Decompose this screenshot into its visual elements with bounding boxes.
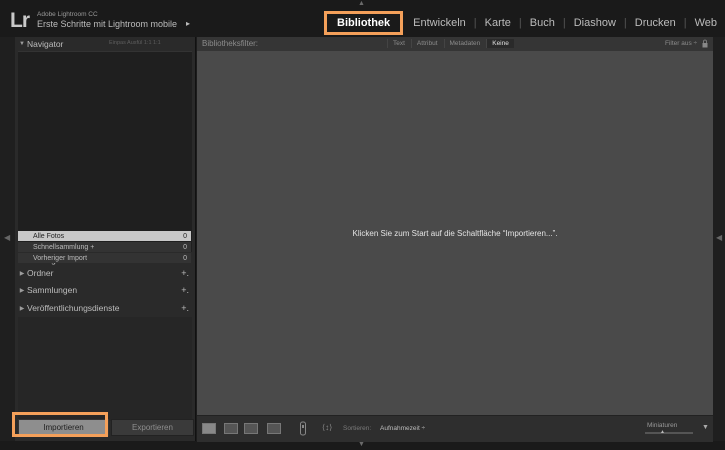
filmstrip-toggle-icon[interactable]: ▼ (358, 441, 365, 448)
sort-direction-icon[interactable]: ⟨↕⟩ (322, 423, 332, 432)
survey-view-icon[interactable] (267, 423, 281, 434)
identity-plate-bar: ▲ Lr Adobe Lightroom CC Erste Schritte m… (0, 0, 725, 37)
library-toolbar: ⟨↕⟩ Sortieren: Aufnahmezeit ÷ Miniaturen… (197, 415, 713, 442)
thumbnail-size-slider[interactable] (645, 432, 693, 434)
export-button[interactable]: Exportieren (111, 419, 194, 436)
app-name: Adobe Lightroom CC (37, 11, 98, 18)
module-karte[interactable]: Karte (477, 17, 519, 29)
module-bibliothek[interactable]: Bibliothek (324, 11, 404, 35)
filter-tab-keine[interactable]: Keine (486, 39, 514, 48)
sammlungen-header[interactable]: ▶ Sammlungen +. (15, 283, 195, 297)
catalog-item-label: Alle Fotos (33, 232, 65, 240)
ordner-header[interactable]: ▶ Ordner +. (15, 266, 195, 280)
filter-tab-metadaten[interactable]: Metadaten (443, 39, 486, 48)
left-panel-toggle-icon[interactable]: ◀ (4, 233, 10, 242)
module-drucken[interactable]: Drucken (627, 17, 684, 29)
expand-triangle-icon[interactable]: ▶ (17, 270, 27, 277)
navigator-zoom-options[interactable]: Einpas Ausfül 1:1 1:1 (109, 40, 161, 46)
catalog-item-count: 0 (183, 254, 187, 262)
catalog-item-count: 0 (183, 243, 187, 251)
filter-tab-text[interactable]: Text (387, 39, 410, 48)
grid-view-icon[interactable] (202, 423, 216, 434)
module-web[interactable]: Web (687, 17, 725, 29)
painter-spray-icon[interactable] (299, 420, 307, 437)
empty-library-message: Klicken Sie zum Start auf die Schaltfläc… (352, 229, 558, 238)
ordner-title: Ordner (27, 268, 54, 278)
catalog-item-count: 0 (183, 232, 187, 240)
catalog-item-vorheriger-import[interactable]: Vorheriger Import 0 (18, 253, 191, 263)
library-filter-bar: Bibliotheksfilter: Text Attribut Metadat… (197, 37, 713, 51)
grid-view: Klicken Sie zum Start auf die Schaltfläc… (197, 51, 713, 415)
navigator-title: Navigator (27, 39, 64, 49)
lightroom-logo: Lr (10, 9, 30, 32)
import-highlight-frame (12, 412, 108, 437)
filter-tabs: Text Attribut Metadaten Keine (387, 39, 515, 48)
filter-tab-attribut[interactable]: Attribut (410, 39, 443, 48)
thumbnail-size-label: Miniaturen (647, 422, 678, 429)
toolbar-menu-chevron-down-icon[interactable]: ▼ (702, 424, 709, 431)
right-panel-toggle-icon[interactable]: ◀ (716, 233, 722, 242)
collapse-triangle-icon[interactable]: ▼ (17, 41, 27, 47)
left-panel: ▼ Navigator Einpas Ausfül 1:1 1:1 ▼ Kata… (15, 37, 196, 441)
catalog-name[interactable]: Erste Schritte mit Lightroom mobile (37, 19, 177, 29)
library-filter-label: Bibliotheksfilter: (202, 39, 259, 48)
compare-view-icon[interactable] (244, 423, 258, 434)
expand-triangle-icon[interactable]: ▶ (17, 287, 27, 294)
catalog-arrow-icon[interactable]: ▸ (186, 19, 190, 28)
filter-preset-select[interactable]: Filter aus ÷ (665, 40, 697, 47)
left-panel-empty-area (18, 317, 192, 421)
add-collection-icon[interactable]: +. (181, 285, 189, 295)
module-entwickeln[interactable]: Entwickeln (405, 17, 474, 29)
top-panel-toggle-icon[interactable]: ▲ (358, 0, 365, 7)
lock-icon[interactable] (702, 39, 708, 48)
add-publish-service-icon[interactable]: +. (181, 303, 189, 313)
sort-select[interactable]: Aufnahmezeit ÷ (380, 425, 425, 432)
veroeffentlichungsdienste-header[interactable]: ▶ Veröffentlichungsdienste +. (15, 301, 195, 315)
module-picker: Bibliothek Entwickeln | Karte | Buch | D… (324, 11, 725, 35)
sort-label: Sortieren: (343, 425, 372, 432)
loupe-view-icon[interactable] (224, 423, 238, 434)
sammlungen-title: Sammlungen (27, 285, 78, 295)
catalog-item-alle-fotos[interactable]: Alle Fotos 0 (18, 231, 191, 241)
navigator-preview (18, 51, 192, 252)
veroeffentlichungsdienste-title: Veröffentlichungsdienste (27, 303, 120, 313)
slider-knob-icon[interactable]: ▲ (660, 429, 665, 435)
module-diashow[interactable]: Diashow (566, 17, 624, 29)
catalog-item-label: Schnellsammlung + (33, 243, 95, 251)
navigator-header[interactable]: ▼ Navigator (15, 37, 195, 51)
module-buch[interactable]: Buch (522, 17, 563, 29)
catalog-item-schnellsammlung[interactable]: Schnellsammlung + 0 (18, 242, 191, 252)
expand-triangle-icon[interactable]: ▶ (17, 305, 27, 312)
add-folder-icon[interactable]: +. (181, 268, 189, 278)
catalog-item-label: Vorheriger Import (33, 254, 88, 262)
